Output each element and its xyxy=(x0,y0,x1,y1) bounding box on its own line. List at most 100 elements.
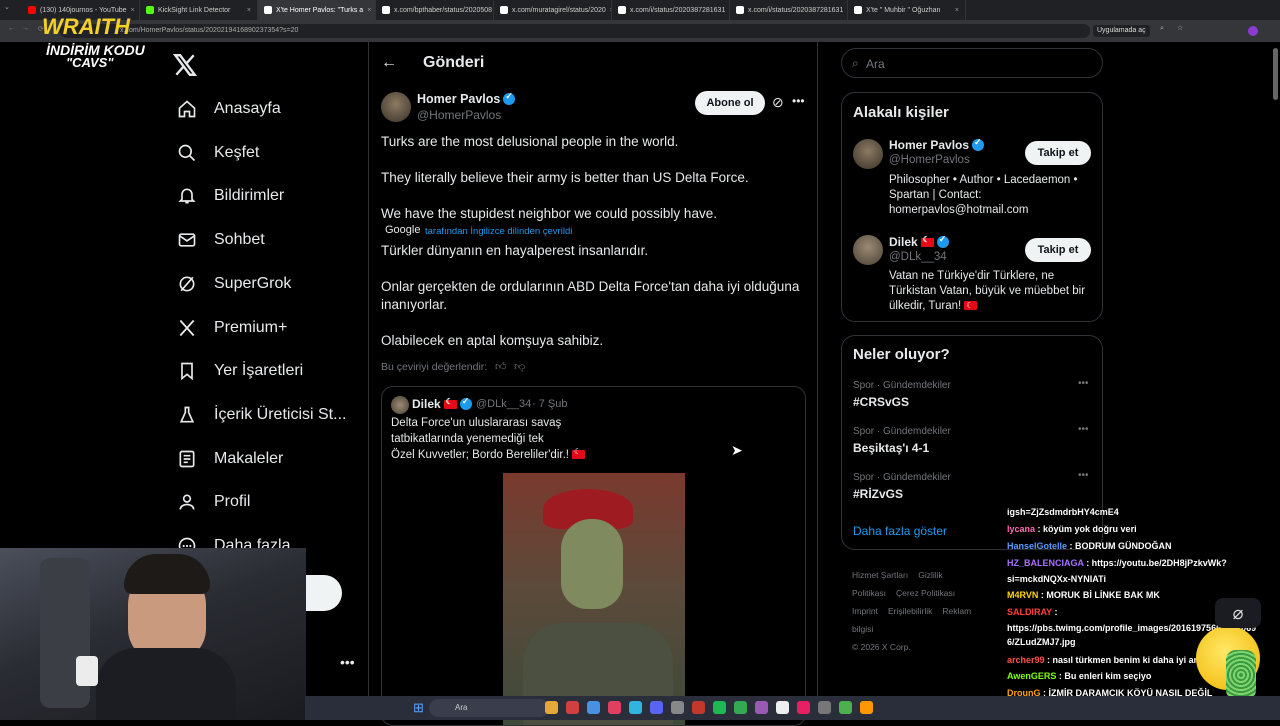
sidebar-item-label: Sohbet xyxy=(214,231,265,248)
browser-tab[interactable]: x.com/bpthaber/status/2020508× xyxy=(376,0,494,20)
taskbar-app-icon[interactable] xyxy=(860,701,873,714)
footer-link[interactable]: Imprint xyxy=(852,606,878,616)
taskbar-app-icon[interactable] xyxy=(713,701,726,714)
person-name[interactable]: Homer Pavlos xyxy=(889,137,985,152)
taskbar-app-icon[interactable] xyxy=(650,701,663,714)
trend-more-icon[interactable]: ••• xyxy=(1078,378,1089,389)
windows-start-icon[interactable]: ⊞ xyxy=(413,700,424,716)
taskbar-app-icon[interactable] xyxy=(755,701,768,714)
tab-title: X'te " Muhbir " Oğuzhan xyxy=(866,6,941,14)
tab-search-icon[interactable]: ⌄ xyxy=(4,3,18,17)
grok-icon[interactable]: ⊘ xyxy=(772,94,784,111)
author-name[interactable]: Homer Pavlos xyxy=(417,91,516,106)
taskbar-app-icon[interactable] xyxy=(818,701,831,714)
sidebar-item-makaleler[interactable]: Makaleler xyxy=(176,448,283,470)
follow-button[interactable]: Takip et xyxy=(1025,141,1091,165)
author-avatar[interactable] xyxy=(381,92,411,122)
show-more-link[interactable]: Daha fazla göster xyxy=(853,524,947,538)
browser-tab[interactable]: X'te Homer Pavlos: "Turks a × xyxy=(258,0,376,20)
taskbar-search-input[interactable]: Ara xyxy=(429,699,549,717)
trend-more-icon[interactable]: ••• xyxy=(1078,470,1089,481)
taskbar-app-icon[interactable] xyxy=(671,701,684,714)
person-avatar[interactable] xyxy=(853,139,883,169)
account-more-icon[interactable]: ••• xyxy=(340,654,355,670)
footer-link[interactable]: Çerez Politikası xyxy=(896,588,955,598)
sidebar-item-sohbet[interactable]: Sohbet xyxy=(176,229,265,251)
taskbar-app-icon[interactable] xyxy=(839,701,852,714)
trend-more-icon[interactable]: ••• xyxy=(1078,424,1089,435)
streamer-hair xyxy=(124,554,210,594)
taskbar-app-icon[interactable] xyxy=(692,701,705,714)
chat-text: 6/ZLudZMJ7.jpg xyxy=(1007,637,1076,647)
back-arrow-icon[interactable]: ← xyxy=(381,54,397,72)
chat-message: si=mckdNQXx-NYNIATi xyxy=(1007,574,1106,584)
post-text-line: We have the stupidest neighbor we could … xyxy=(381,206,717,221)
footer-link[interactable]: Hizmet Şartları xyxy=(852,570,908,580)
sidebar-item-yer-i-şaretleri[interactable]: Yer İşaretleri xyxy=(176,360,303,382)
person-avatar[interactable] xyxy=(853,235,883,265)
taskbar-app-icon[interactable] xyxy=(608,701,621,714)
open-in-app-button[interactable]: Uygulamada aç xyxy=(1093,25,1150,37)
thumbs-down-icon[interactable]: 👎︎ xyxy=(514,360,525,373)
zoom-icon[interactable]: ⌕ xyxy=(1160,25,1164,33)
search-input[interactable]: ⌕ Ara xyxy=(841,48,1103,78)
close-tab-icon[interactable]: × xyxy=(131,7,135,14)
close-tab-icon[interactable]: × xyxy=(955,7,959,14)
browser-tab-bar: ⌄ (130) 140journos - YouTube × KickSight Li… xyxy=(0,0,1280,20)
taskbar-app-icon[interactable] xyxy=(797,701,810,714)
thumbs-up-icon[interactable]: 👍︎ xyxy=(495,360,507,373)
sidebar-item-i-çerik-üreticisi-st-[interactable]: İçerik Üreticisi St... xyxy=(176,404,346,426)
sidebar-item-anasayfa[interactable]: Anasayfa xyxy=(176,98,281,120)
person-handle[interactable]: @HomerPavlos xyxy=(889,154,970,166)
quote-image[interactable] xyxy=(503,473,685,725)
person-name[interactable]: Dilek xyxy=(889,234,949,249)
quote-author-name: Dilek xyxy=(412,396,472,411)
x-logo-icon[interactable] xyxy=(172,52,200,80)
close-tab-icon[interactable]: × xyxy=(367,7,371,14)
sidebar-item-keşfet[interactable]: Keşfet xyxy=(176,142,259,164)
sidebar-item-label: SuperGrok xyxy=(214,275,292,292)
forward-arrow-icon[interactable]: → xyxy=(22,25,29,32)
browser-tab[interactable]: x.com/i/status/2020387281631× xyxy=(612,0,730,20)
url-input[interactable]: x.com/HomerPavlos/status/202021941689023… xyxy=(60,24,1090,38)
person-icon xyxy=(176,491,198,513)
avatar[interactable] xyxy=(1248,26,1258,36)
related-title: Alakalı kişiler xyxy=(853,104,949,121)
browser-tab[interactable]: X'te " Muhbir " Oğuzhan × xyxy=(848,0,966,20)
taskbar-app-icon[interactable] xyxy=(629,701,642,714)
quoted-post[interactable]: Dilek @DLk__34 · 7 Şub Delta Force'un ul… xyxy=(381,386,806,726)
sidebar-item-supergrok[interactable]: SuperGrok xyxy=(176,273,291,295)
verified-badge-icon xyxy=(503,91,516,105)
follow-button[interactable]: Takip et xyxy=(1025,238,1091,262)
footer-link[interactable]: © 2026 X Corp. xyxy=(852,642,911,652)
favicon-icon xyxy=(146,6,154,14)
browser-tab[interactable]: KickSight Link Detector × xyxy=(140,0,258,20)
trend-name[interactable]: #CRSvGS xyxy=(853,395,909,409)
taskbar-app-icon[interactable] xyxy=(545,701,558,714)
promo-code: "CAVS" xyxy=(66,55,114,70)
favicon-icon xyxy=(382,6,390,14)
sidebar-item-bildirimler[interactable]: Bildirimler xyxy=(176,185,284,207)
author-handle[interactable]: @HomerPavlos xyxy=(417,108,501,122)
sidebar-item-premium-[interactable]: Premium+ xyxy=(176,317,287,339)
sidebar-item-profil[interactable]: Profil xyxy=(176,491,250,513)
chat-message: SALDIRAY : xyxy=(1007,607,1058,617)
taskbar-app-icon[interactable] xyxy=(566,701,579,714)
footer-link[interactable]: Erişilebilirlik xyxy=(888,606,932,616)
taskbar-app-icon[interactable] xyxy=(776,701,789,714)
taskbar-app-icon[interactable] xyxy=(587,701,600,714)
more-options-icon[interactable]: ••• xyxy=(792,94,805,108)
page-scrollbar[interactable] xyxy=(1273,48,1278,100)
browser-tab[interactable]: x.com/i/status/2020387281631× xyxy=(730,0,848,20)
quote-avatar xyxy=(391,396,409,414)
translation-note[interactable]: tarafından İngilizce dilinden çevrildi xyxy=(425,226,572,237)
browser-tab[interactable]: x.com/muratagirel/status/2020× xyxy=(494,0,612,20)
trend-name[interactable]: Beşiktaş'ı 4-1 xyxy=(853,441,929,455)
trend-name[interactable]: #RİZvGS xyxy=(853,487,903,501)
taskbar-app-icon[interactable] xyxy=(734,701,747,714)
back-arrow-icon[interactable]: ← xyxy=(8,25,15,32)
star-icon[interactable]: ☆ xyxy=(1177,24,1183,32)
close-tab-icon[interactable]: × xyxy=(247,7,251,14)
person-handle[interactable]: @DLk__34 xyxy=(889,251,947,263)
subscribe-button[interactable]: Abone ol xyxy=(695,91,765,115)
